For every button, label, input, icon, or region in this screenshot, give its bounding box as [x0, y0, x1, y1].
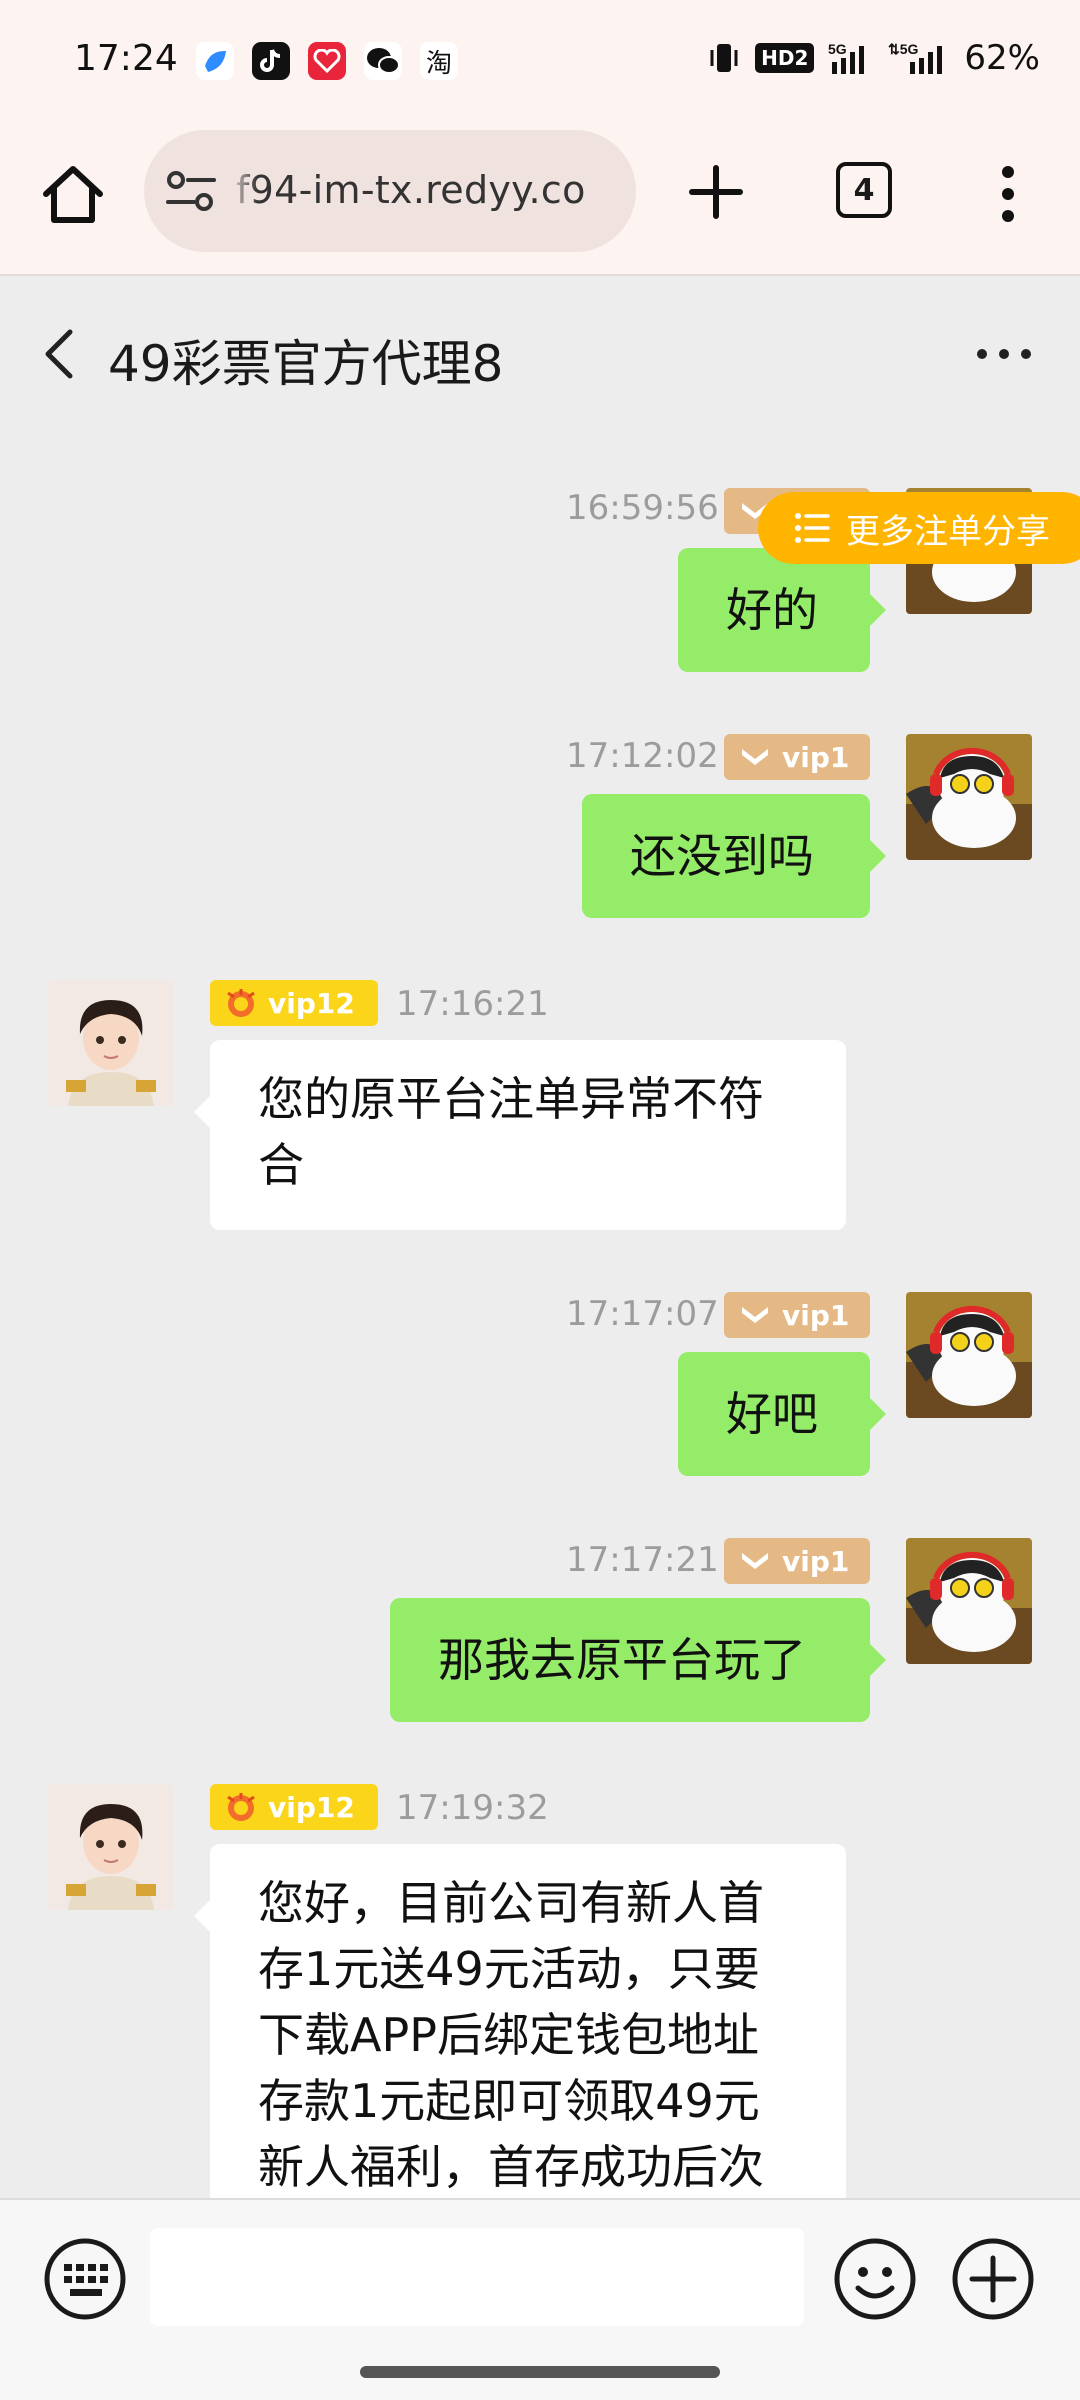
message-time: 17:17:07	[566, 1294, 719, 1334]
back-icon[interactable]	[40, 326, 80, 382]
taobao-icon: 淘	[420, 42, 458, 80]
system-icons: HD2 5G ⇅5G 62%	[707, 38, 1040, 78]
vip-chevron-icon	[742, 749, 768, 765]
home-indicator[interactable]	[360, 2366, 720, 2378]
vip-crown-icon	[227, 1793, 255, 1821]
chat-header: 49彩票官方代理8	[0, 276, 1080, 432]
bubble-tail	[870, 594, 886, 626]
share-bets-label: 更多注单分享	[846, 511, 1050, 552]
chat-title: 49彩票官方代理8	[108, 335, 504, 393]
vip-chevron-icon	[742, 1553, 768, 1569]
tiktok-icon	[252, 42, 290, 80]
vip-badge-label: vip1	[782, 740, 850, 774]
vip-badge: vip1	[724, 734, 870, 780]
hd-icon: HD2	[755, 40, 815, 76]
vip-badge-label: vip12	[268, 1790, 355, 1824]
blue-app-icon	[196, 42, 234, 80]
cat-avatar-icon	[906, 1292, 1032, 1418]
cat-avatar-icon	[906, 734, 1032, 860]
browser-toolbar: f94-im-tx.redyy.co 4	[0, 122, 1080, 276]
user-avatar[interactable]	[906, 1292, 1032, 1418]
tab-switcher-button[interactable]: 4	[836, 162, 892, 218]
bubble-tail	[870, 1398, 886, 1430]
message-bubble[interactable]: 那我去原平台玩了	[390, 1598, 870, 1722]
vip-crown-icon	[227, 989, 255, 1017]
status-time: 17:24	[74, 38, 178, 79]
bubble-tail	[194, 1096, 210, 1128]
bubble-tail	[870, 1644, 886, 1676]
vip-badge: vip12	[210, 1784, 378, 1830]
svg-text:⇅5G: ⇅5G	[888, 41, 919, 57]
vip-badge-label: vip12	[268, 986, 355, 1020]
overflow-menu-icon[interactable]	[990, 164, 1026, 224]
agent-avatar-icon	[48, 1784, 174, 1910]
address-bar[interactable]: f94-im-tx.redyy.co	[144, 130, 636, 252]
signal-2-icon: ⇅5G	[888, 40, 950, 76]
keyboard-icon[interactable]	[42, 2236, 128, 2322]
message-input-bar	[0, 2198, 1080, 2354]
agent-avatar[interactable]	[48, 980, 174, 1106]
red-app-icon	[308, 42, 346, 80]
battery-level: 62%	[964, 38, 1040, 78]
wechat-icon	[364, 42, 402, 80]
message-time: 16:59:56	[566, 488, 719, 528]
message-time: 17:19:32	[396, 1788, 549, 1828]
message-input[interactable]	[150, 2228, 804, 2326]
message-bubble[interactable]: 您的原平台注单异常不符合	[210, 1040, 846, 1230]
user-avatar[interactable]	[906, 734, 1032, 860]
message-bubble[interactable]: 好的	[678, 548, 870, 672]
url-fade	[228, 130, 258, 252]
message-bubble[interactable]: 好吧	[678, 1352, 870, 1476]
vip-badge: vip1	[724, 1538, 870, 1584]
cat-avatar-icon	[906, 1538, 1032, 1664]
message-time: 17:12:02	[566, 736, 719, 776]
bubble-tail	[194, 1900, 210, 1932]
vibrate-icon	[707, 40, 741, 76]
list-icon	[795, 513, 830, 543]
message-bubble[interactable]: 您好，目前公司有新人首存1元送49元活动，只要下载APP后绑定钱包地址存款1元起…	[210, 1844, 846, 2224]
agent-avatar[interactable]	[48, 1784, 174, 1910]
svg-text:5G: 5G	[828, 41, 847, 57]
message-bubble[interactable]: 还没到吗	[582, 794, 870, 918]
signal-1-icon: 5G	[828, 40, 874, 76]
bubble-tail	[870, 840, 886, 872]
emoji-icon[interactable]	[832, 2236, 918, 2322]
status-bar: 17:24 淘 HD2 5G ⇅5G 62%	[0, 0, 1080, 122]
notification-icons: 淘	[196, 42, 458, 80]
vip-badge: vip12	[210, 980, 378, 1026]
vip-badge-label: vip1	[782, 1298, 850, 1332]
home-icon[interactable]	[38, 160, 108, 230]
more-options-icon[interactable]	[974, 342, 1034, 366]
vip-badge: vip1	[724, 1292, 870, 1338]
add-attachment-icon[interactable]	[950, 2236, 1036, 2322]
message-time: 17:17:21	[566, 1540, 719, 1580]
url-text[interactable]: f94-im-tx.redyy.co	[236, 168, 586, 212]
new-tab-icon[interactable]	[686, 162, 746, 222]
share-bets-button[interactable]: 更多注单分享	[758, 492, 1080, 564]
vip-badge-label: vip1	[782, 1544, 850, 1578]
vip-chevron-icon	[742, 1307, 768, 1323]
site-settings-icon[interactable]	[164, 166, 218, 218]
message-time: 17:16:21	[396, 984, 549, 1024]
user-avatar[interactable]	[906, 1538, 1032, 1664]
agent-avatar-icon	[48, 980, 174, 1106]
